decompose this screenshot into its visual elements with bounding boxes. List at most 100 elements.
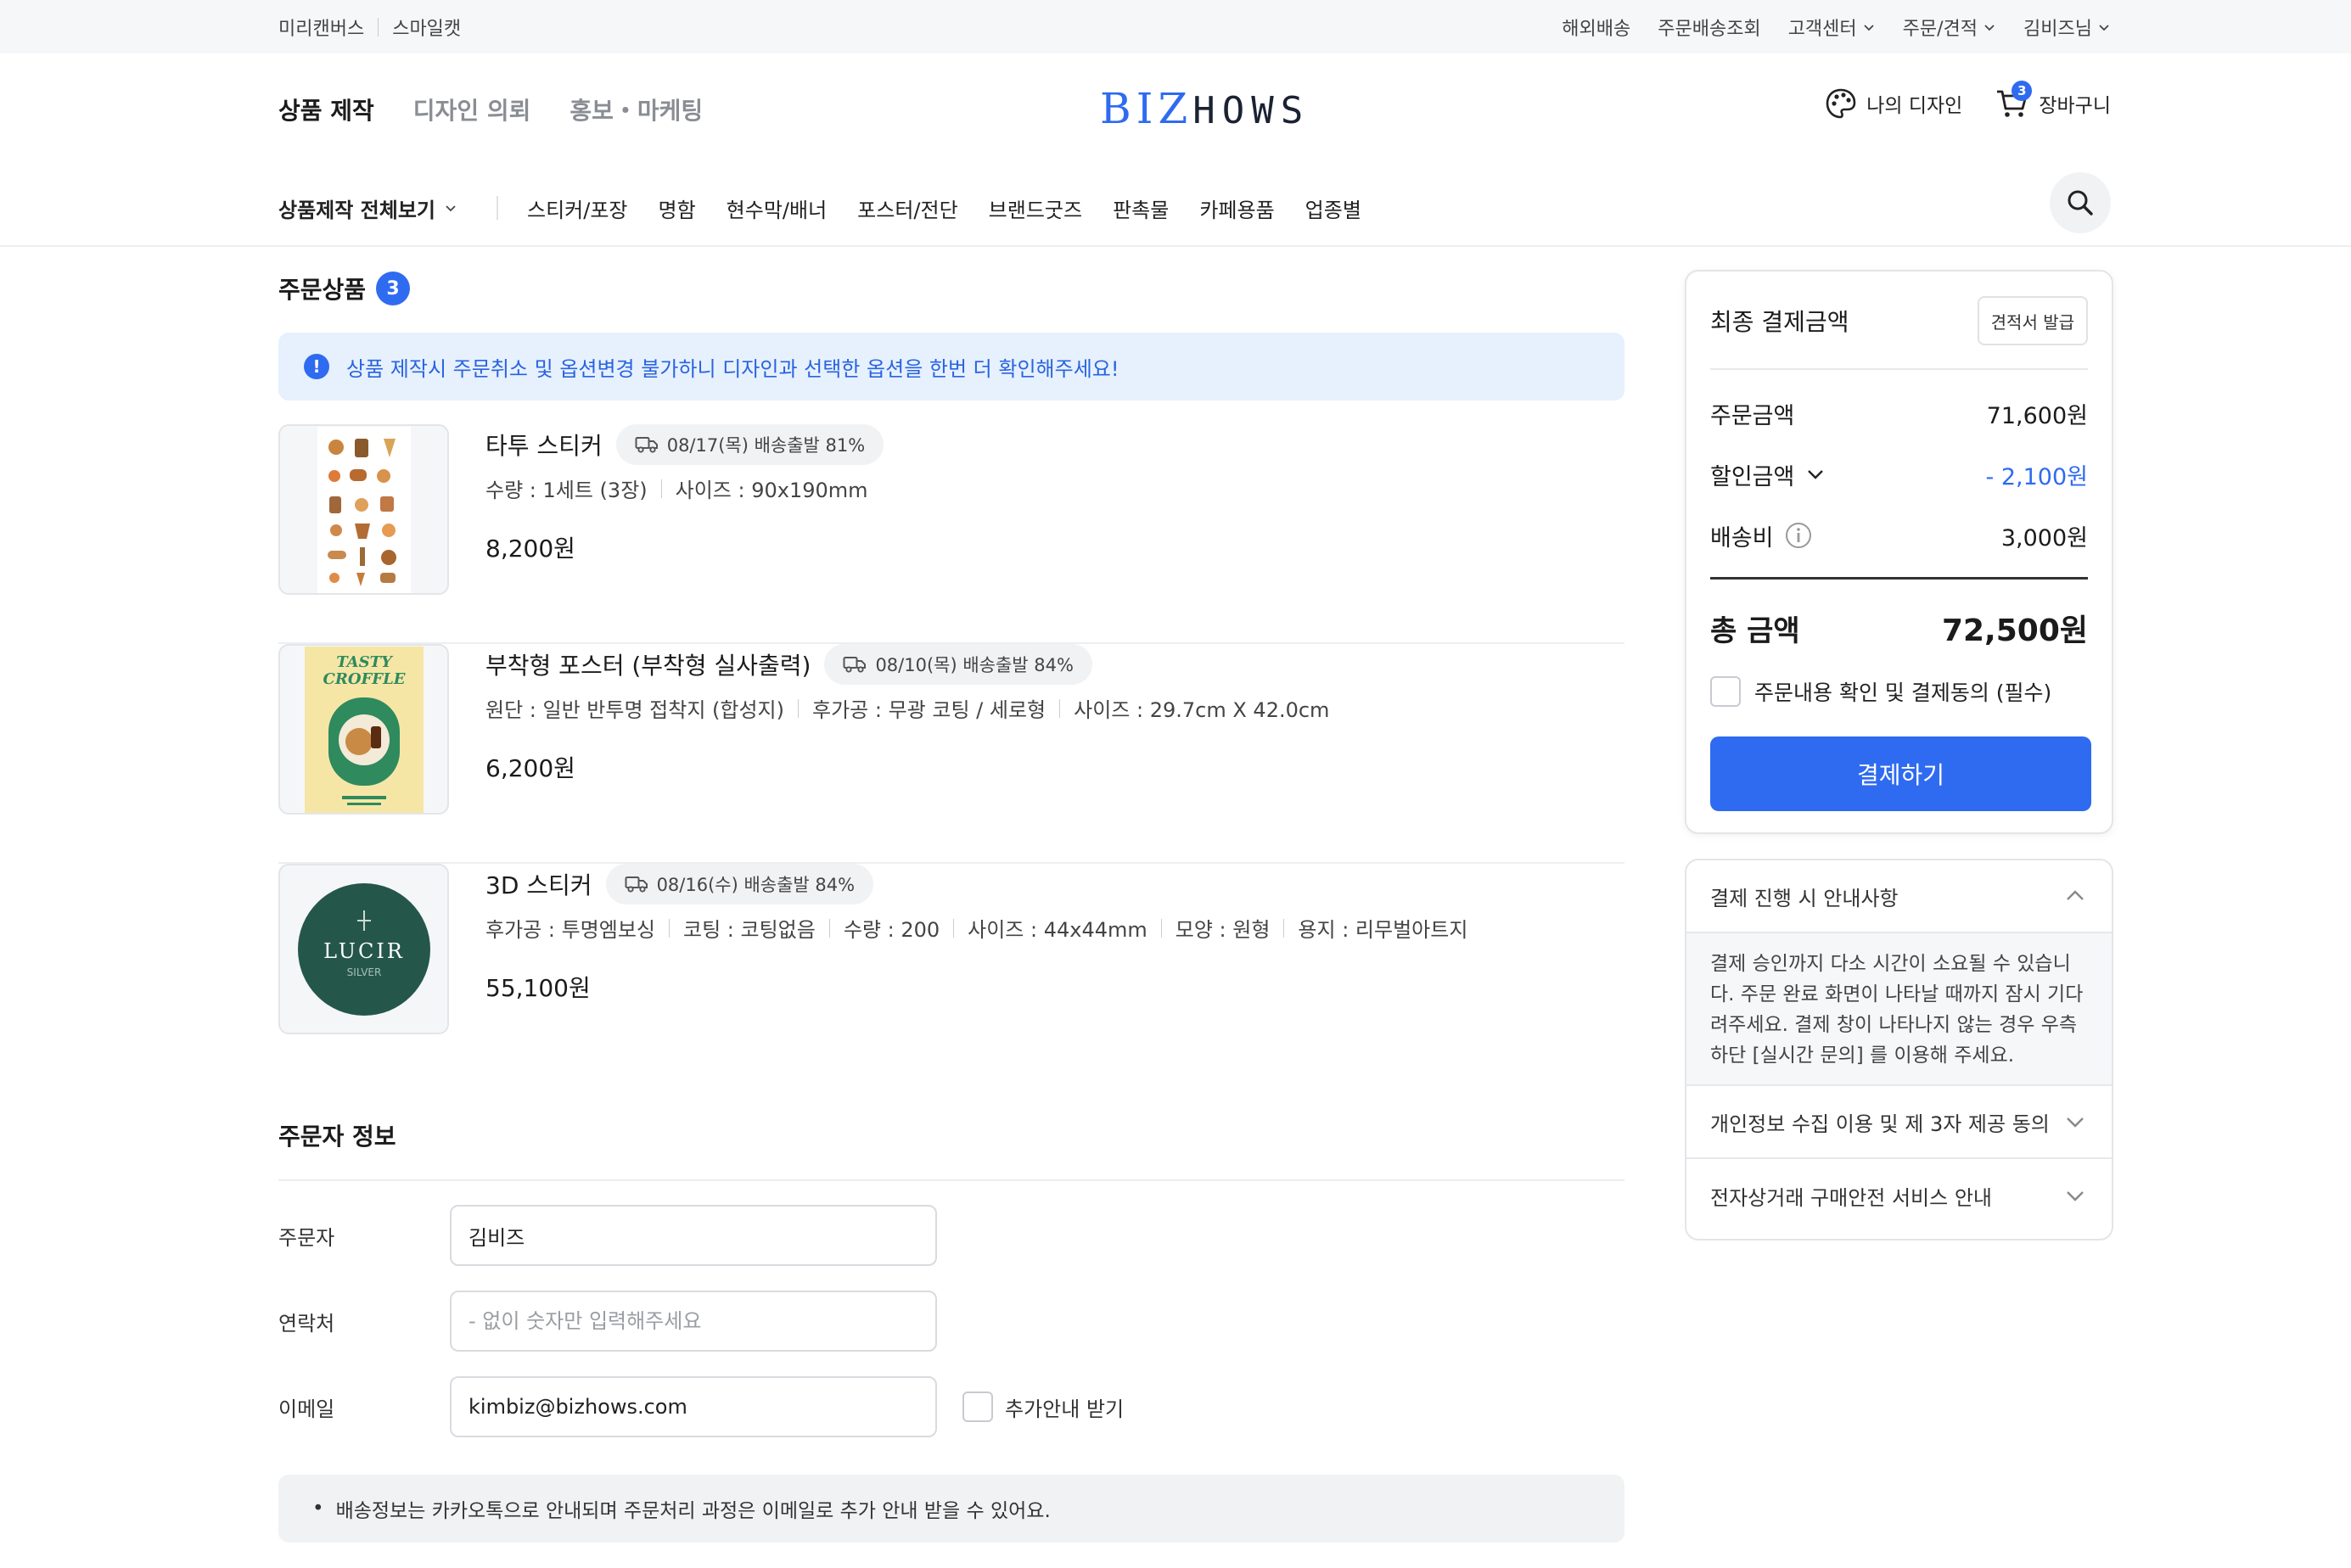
bizhows-logo[interactable]: BIZ HOWS bbox=[1100, 84, 1310, 133]
all-categories-dropdown[interactable]: 상품제작 전체보기 bbox=[278, 193, 457, 223]
product-price: 6,200원 bbox=[485, 754, 575, 782]
product-name: 타투 스티커 bbox=[485, 432, 603, 460]
product-info: 타투 스티커 08/17(목) 배송출발 81% 수량 : 1세트 (3장) 사… bbox=[485, 424, 1624, 564]
search-icon bbox=[2068, 190, 2093, 216]
divider bbox=[668, 918, 670, 938]
product-option: 원단 : 일반 반투명 접착지 (합성지) bbox=[485, 698, 784, 722]
product-options: 후가공 : 투명엠보싱 코팅 : 코팅없음 수량 : 200 사이즈 : 44x… bbox=[485, 913, 1624, 943]
product-name-row: 3D 스티커 08/16(수) 배송출발 84% bbox=[485, 864, 1624, 904]
user-menu-dropdown[interactable]: 김비즈님 bbox=[2023, 14, 2111, 41]
utility-links-left: 미리캔버스 스마일캣 bbox=[278, 0, 461, 53]
shipping-estimate-text: 08/16(수) 배송출발 84% bbox=[656, 875, 856, 895]
agree-checkbox[interactable] bbox=[1710, 676, 1741, 707]
tattoo-sticker-image bbox=[317, 426, 411, 593]
discount-row: 할인금액 - 2,100원 bbox=[1710, 453, 2088, 496]
info-icon[interactable] bbox=[1784, 521, 1813, 550]
accordion-item-privacy[interactable]: 개인정보 수집 이용 및 제 3자 제공 동의 bbox=[1686, 1086, 2112, 1159]
product-options: 수량 : 1세트 (3장) 사이즈 : 90x190mm bbox=[485, 473, 1624, 503]
my-design-label: 나의 디자인 bbox=[1866, 95, 1963, 117]
category-item-namecard[interactable]: 명함 bbox=[659, 193, 696, 223]
discount-toggle[interactable]: 할인금액 bbox=[1710, 458, 1826, 491]
category-item-poster[interactable]: 포스터/전단 bbox=[857, 193, 958, 223]
divider bbox=[798, 698, 799, 718]
product-option: 수량 : 200 bbox=[843, 918, 940, 942]
extra-notice-checkbox-row[interactable]: 추가안내 받기 bbox=[962, 1392, 1124, 1422]
link-overseas-shipping[interactable]: 해외배송 bbox=[1562, 14, 1630, 41]
privacy-title: 개인정보 수집 이용 및 제 3자 제공 동의 bbox=[1710, 1112, 2050, 1136]
orderer-name-row: 주문자 bbox=[278, 1205, 1624, 1266]
total-label: 총 금액 bbox=[1710, 613, 1800, 648]
tab-product-making[interactable]: 상품 제작 bbox=[278, 92, 374, 126]
category-item-sticker[interactable]: 스티커/포장 bbox=[527, 193, 628, 223]
payment-header: 최종 결제금액 견적서 발급 bbox=[1710, 295, 2088, 346]
cart-link[interactable]: 3 장바구니 bbox=[1995, 81, 2111, 121]
chevron-down-icon bbox=[2099, 24, 2109, 31]
category-item-banner[interactable]: 현수막/배너 bbox=[727, 193, 828, 223]
user-name-label: 김비즈님 bbox=[2023, 18, 2092, 40]
poster-title-line1: TASTY bbox=[336, 653, 394, 671]
link-miricanvas[interactable]: 미리캔버스 bbox=[278, 14, 364, 41]
product-thumbnail-3d-sticker[interactable]: LUCIR SILVER bbox=[278, 864, 449, 1034]
agree-label: 주문내용 확인 및 결제동의 (필수) bbox=[1754, 680, 2052, 705]
utility-links-right: 해외배송 주문배송조회 고객센터 주문/견적 김비즈님 bbox=[1562, 0, 2111, 53]
tab-marketing[interactable]: 홍보・마케팅 bbox=[570, 92, 703, 126]
header-actions: 나의 디자인 3 장바구니 bbox=[1824, 81, 2111, 121]
category-item-promo[interactable]: 판촉물 bbox=[1113, 193, 1169, 223]
category-list: 스티커/포장 명함 현수막/배너 포스터/전단 브랜드굿즈 판촉물 카페용품 업… bbox=[527, 193, 1361, 223]
payment-guide-accordion: 결제 진행 시 안내사항 결제 승인까지 다소 시간이 소요될 수 있습니다. … bbox=[1685, 859, 2113, 1240]
product-price: 55,100원 bbox=[485, 974, 591, 1002]
truck-icon bbox=[635, 437, 658, 453]
product-options: 원단 : 일반 반투명 접착지 (합성지) 후가공 : 무광 코팅 / 세로형 … bbox=[485, 693, 1624, 723]
category-item-goods[interactable]: 브랜드굿즈 bbox=[989, 193, 1082, 223]
product-info: 부착형 포스터 (부착형 실사출력) 08/10(목) 배송출발 84% 원단 … bbox=[485, 644, 1624, 784]
chevron-down-icon bbox=[1808, 470, 1824, 479]
order-quote-dropdown[interactable]: 주문/견적 bbox=[1903, 14, 1996, 41]
link-order-tracking[interactable]: 주문배송조회 bbox=[1658, 14, 1760, 41]
divider bbox=[1283, 918, 1285, 938]
accordion-header-guide[interactable]: 결제 진행 시 안내사항 bbox=[1686, 860, 2112, 933]
agree-checkbox-row[interactable]: 주문내용 확인 및 결제동의 (필수) bbox=[1710, 670, 2088, 713]
chevron-down-icon bbox=[2067, 1117, 2084, 1128]
poster-image: TASTY CROFFLE bbox=[304, 646, 424, 813]
tab-design-request[interactable]: 디자인 의뢰 bbox=[413, 92, 531, 126]
guide-body: 결제 승인까지 다소 시간이 소요될 수 있습니다. 주문 완료 화면이 나타날… bbox=[1686, 933, 2112, 1086]
orderer-name-input[interactable] bbox=[450, 1205, 937, 1266]
my-design-link[interactable]: 나의 디자인 bbox=[1824, 87, 1962, 120]
product-option: 사이즈 : 44x44mm bbox=[968, 918, 1147, 942]
shipping-estimate-badge: 08/10(목) 배송출발 84% bbox=[824, 644, 1092, 685]
sticker-brand-text: LUCIR bbox=[323, 939, 405, 963]
category-item-industry[interactable]: 업종별 bbox=[1305, 193, 1361, 223]
product-name: 부착형 포스터 (부착형 실사출력) bbox=[485, 652, 811, 680]
guide-title: 결제 진행 시 안내사항 bbox=[1710, 886, 1899, 910]
search-button[interactable] bbox=[2050, 172, 2111, 233]
pay-button[interactable]: 결제하기 bbox=[1710, 736, 2091, 811]
divider bbox=[1710, 577, 2088, 580]
issue-quote-button[interactable]: 견적서 발급 bbox=[1977, 296, 2088, 345]
shipping-info-text: 배송정보는 카카오톡으로 안내되며 주문처리 과정은 이메일로 추가 안내 받을… bbox=[335, 1500, 1051, 1522]
chevron-up-icon bbox=[2067, 890, 2084, 900]
extra-notice-checkbox[interactable] bbox=[962, 1392, 993, 1422]
logo-hows: HOWS bbox=[1192, 89, 1310, 132]
product-thumbnail-tattoo-sticker[interactable] bbox=[278, 424, 449, 595]
customer-center-dropdown[interactable]: 고객센터 bbox=[1788, 14, 1876, 41]
orderer-phone-input[interactable] bbox=[450, 1291, 937, 1352]
product-name-row: 타투 스티커 08/17(목) 배송출발 81% bbox=[485, 424, 1624, 465]
chevron-down-icon bbox=[2067, 1191, 2084, 1201]
link-smilecat[interactable]: 스마일캣 bbox=[392, 14, 461, 41]
orderer-email-label: 이메일 bbox=[278, 1397, 335, 1421]
main-tabs: 상품 제작 디자인 의뢰 홍보・마케팅 bbox=[278, 92, 703, 126]
category-item-cafe[interactable]: 카페용품 bbox=[1199, 193, 1274, 223]
product-option: 후가공 : 투명엠보싱 bbox=[485, 918, 655, 942]
order-items-title: 주문상품 3 bbox=[278, 272, 411, 305]
product-thumbnail-poster[interactable]: TASTY CROFFLE bbox=[278, 644, 449, 815]
payment-summary-card: 최종 결제금액 견적서 발급 주문금액 71,600원 할인금액 - 2,100… bbox=[1685, 270, 2113, 834]
extra-notice-label: 추가안내 받기 bbox=[1005, 1397, 1125, 1421]
order-items-title-text: 주문상품 bbox=[278, 276, 367, 304]
order-amount-row: 주문금액 71,600원 bbox=[1710, 392, 2088, 434]
orderer-email-input[interactable] bbox=[450, 1376, 937, 1437]
palette-icon bbox=[1826, 88, 1856, 119]
category-nav: 상품제작 전체보기 스티커/포장 명함 현수막/배너 포스터/전단 브랜드굿즈 … bbox=[278, 191, 1361, 225]
total-value: 72,500원 bbox=[1941, 613, 2088, 648]
accordion-item-safety[interactable]: 전자상거래 구매안전 서비스 안내 bbox=[1686, 1159, 2112, 1232]
total-row: 총 금액 72,500원 bbox=[1710, 604, 2088, 652]
